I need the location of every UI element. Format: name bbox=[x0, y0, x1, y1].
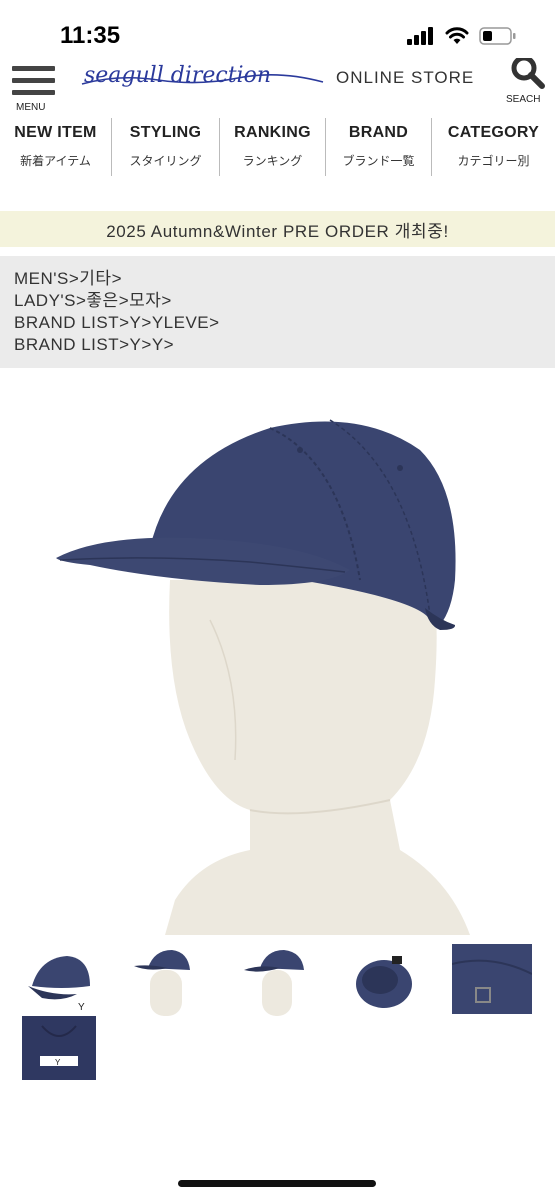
nav-item-sublabel: ブランド一覧 bbox=[342, 154, 415, 168]
status-icons bbox=[407, 26, 517, 46]
thumbnail-image[interactable] bbox=[452, 944, 532, 1014]
nav-item-category[interactable]: CATEGORY カテゴリー別 bbox=[432, 118, 555, 176]
nav-item-sublabel: スタイリング bbox=[129, 154, 202, 168]
nav-item-styling[interactable]: STYLING スタイリング bbox=[112, 118, 220, 176]
home-indicator bbox=[178, 1180, 376, 1187]
site-logo[interactable]: seagull direction bbox=[78, 58, 328, 98]
nav-item-sublabel: ランキング bbox=[242, 154, 303, 168]
search-icon bbox=[511, 55, 545, 89]
menu-button[interactable]: MENU bbox=[12, 66, 56, 113]
nav-item-label: NEW ITEM bbox=[14, 124, 97, 141]
thumbnail-image[interactable]: Y bbox=[22, 946, 102, 1016]
breadcrumb-line[interactable]: BRAND LIST>Y>Y> bbox=[14, 334, 541, 356]
breadcrumb-line[interactable]: BRAND LIST>Y>YLEVE> bbox=[14, 312, 541, 334]
search-button[interactable]: SEACH bbox=[500, 55, 548, 108]
menu-bar-icon bbox=[12, 90, 55, 95]
category-nav: NEW ITEM 新着アイテム STYLING スタイリング RANKING ラ… bbox=[0, 118, 555, 180]
nav-item-label: STYLING bbox=[129, 124, 202, 141]
product-main-image[interactable] bbox=[0, 380, 555, 935]
menu-bar-icon bbox=[12, 78, 55, 83]
nav-item-sublabel: カテゴリー別 bbox=[457, 154, 530, 168]
thumbnail-gallery: Y Y bbox=[0, 940, 555, 1080]
status-time: 11:35 bbox=[60, 22, 121, 49]
thumbnail-image[interactable] bbox=[236, 946, 316, 1016]
thumbnail-label: Y bbox=[78, 1002, 85, 1013]
cellular-signal-icon bbox=[407, 27, 433, 45]
nav-item-label: CATEGORY bbox=[447, 124, 540, 141]
thumbnail-label: Y bbox=[55, 1058, 61, 1067]
logo-text: seagull direction bbox=[84, 63, 271, 88]
breadcrumb-line[interactable]: LADY'S>좋은>모자> bbox=[14, 290, 541, 312]
wifi-icon bbox=[445, 27, 469, 44]
announcement-banner[interactable]: 2025 Autumn&Winter PRE ORDER 개최중! bbox=[0, 211, 555, 247]
breadcrumb-line[interactable]: MEN'S>기타> bbox=[14, 268, 541, 290]
site-header: MENU seagull direction ONLINE STORE SEAC… bbox=[0, 55, 555, 113]
banner-text: 2025 Autumn&Winter PRE ORDER 개최중! bbox=[106, 221, 449, 241]
nav-item-brand[interactable]: BRAND ブランド一覧 bbox=[326, 118, 432, 176]
nav-item-label: RANKING bbox=[234, 124, 311, 141]
nav-item-ranking[interactable]: RANKING ランキング bbox=[220, 118, 326, 176]
thumbnail-image[interactable] bbox=[344, 946, 424, 1016]
search-label: SEACH bbox=[506, 94, 541, 105]
nav-item-sublabel: 新着アイテム bbox=[20, 154, 91, 168]
nav-item-new-item[interactable]: NEW ITEM 新着アイテム bbox=[0, 118, 112, 176]
nav-item-label: BRAND bbox=[348, 124, 409, 141]
battery-icon bbox=[479, 27, 516, 45]
thumbnail-image[interactable] bbox=[128, 946, 208, 1016]
menu-bar-icon bbox=[12, 66, 55, 71]
menu-label: MENU bbox=[16, 102, 46, 113]
thumbnail-image[interactable]: Y bbox=[22, 1016, 96, 1080]
online-store-label: ONLINE STORE bbox=[336, 68, 475, 87]
breadcrumb: MEN'S>기타> LADY'S>좋은>모자> BRAND LIST>Y>YLE… bbox=[0, 256, 555, 368]
